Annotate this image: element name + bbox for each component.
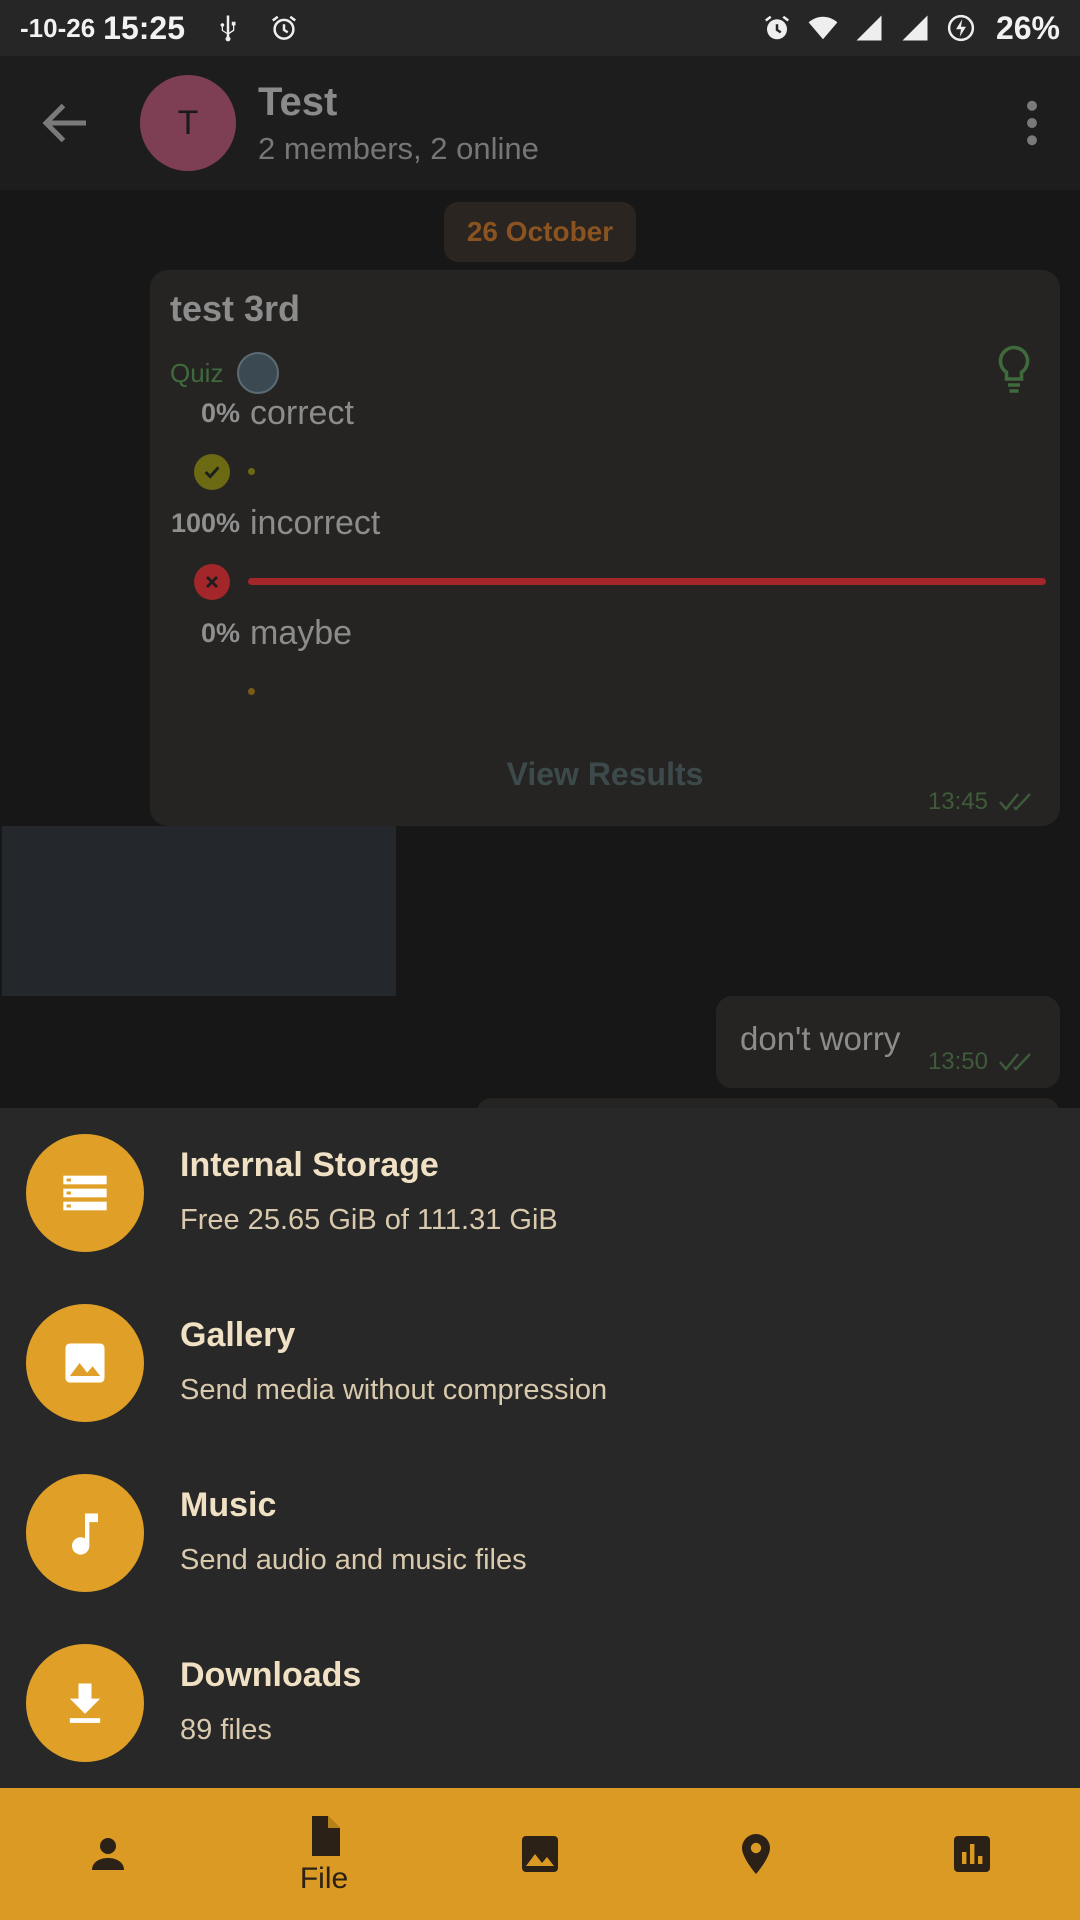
item-title: Downloads <box>180 1656 362 1694</box>
item-subtitle: Send audio and music files <box>180 1544 527 1576</box>
wifi-icon <box>808 16 838 40</box>
battery-saver-icon <box>947 14 975 42</box>
chat-title: Test <box>258 79 338 124</box>
quiz-message: test 3rd Quiz 0% correct 100% incorrect … <box>150 270 1060 826</box>
image-message[interactable] <box>2 826 396 996</box>
quiz-option: 0% maybe <box>150 614 1060 724</box>
avatar[interactable]: T <box>140 75 236 171</box>
usb-icon <box>220 15 236 42</box>
signal-icon <box>902 15 928 41</box>
avatar-letter: T <box>177 103 199 142</box>
gallery-item[interactable]: Gallery Send media without compression <box>0 1278 1080 1428</box>
result-bar <box>248 688 255 695</box>
view-results-button[interactable]: View Results <box>150 756 1060 793</box>
cross-icon <box>194 564 230 600</box>
lightbulb-icon[interactable] <box>996 344 1032 396</box>
result-bar <box>248 578 1046 585</box>
signal-icon <box>856 15 882 41</box>
tab-file-label: File <box>299 1862 349 1895</box>
item-title: Gallery <box>180 1316 296 1354</box>
item-subtitle: Send media without compression <box>180 1374 608 1406</box>
chat-header: T Test 2 members, 2 online <box>0 56 1080 190</box>
message-time: 13:50 <box>927 1048 988 1075</box>
attach-sheet: Internal Storage Free 25.65 GiB of 111.3… <box>0 1108 1080 1788</box>
poll-icon <box>954 1836 990 1872</box>
message-meta: 13:45 <box>928 788 1038 816</box>
double-check-icon <box>999 1053 1031 1071</box>
quiz-option: 0% correct <box>150 394 1060 504</box>
chat-title-block[interactable]: Test 2 members, 2 online <box>258 80 539 167</box>
music-item[interactable]: Music Send audio and music files <box>0 1448 1080 1598</box>
tab-file[interactable]: File <box>216 1788 432 1920</box>
date-pill: 26 October <box>444 202 636 262</box>
voter-avatar <box>237 352 280 394</box>
item-subtitle: 89 files <box>180 1714 272 1746</box>
status-date: -10-26 <box>20 12 96 43</box>
option-percent: 0% <box>200 398 240 428</box>
tab-contact[interactable] <box>0 1788 216 1920</box>
text-message: don't worry 13:50 <box>716 996 1060 1088</box>
message-meta: 13:50 <box>928 1048 1038 1076</box>
double-check-icon <box>999 793 1031 811</box>
option-text: incorrect <box>250 504 381 542</box>
tab-poll[interactable] <box>864 1788 1080 1920</box>
quiz-option: 100% incorrect <box>150 504 1060 614</box>
quiz-question: test 3rd <box>170 288 301 329</box>
result-bar <box>248 468 255 475</box>
music-note-icon <box>26 1474 144 1592</box>
contact-icon <box>92 1838 124 1870</box>
option-percent: 0% <box>200 618 240 648</box>
message-time: 13:45 <box>927 788 988 815</box>
item-subtitle: Free 25.65 GiB of 111.31 GiB <box>180 1204 558 1236</box>
chat-subtitle: 2 members, 2 online <box>258 130 539 166</box>
back-arrow-icon[interactable] <box>36 93 96 153</box>
more-options-icon[interactable] <box>1024 100 1040 146</box>
alarm-icon <box>272 15 296 40</box>
option-text: correct <box>250 394 354 432</box>
option-text: maybe <box>250 614 353 652</box>
download-icon <box>26 1644 144 1762</box>
option-percent: 100% <box>170 508 240 538</box>
image-icon <box>26 1304 144 1422</box>
storage-icon <box>26 1134 144 1252</box>
file-icon <box>312 1816 340 1856</box>
tab-gallery[interactable] <box>432 1788 648 1920</box>
battery-percent: 26% <box>995 9 1060 46</box>
chat-area: 26 October test 3rd Quiz 0% correct 100%… <box>0 190 1080 1118</box>
quiz-type-label: Quiz <box>170 357 224 388</box>
downloads-item[interactable]: Downloads 89 files <box>0 1618 1080 1768</box>
alarm-icon <box>764 15 789 40</box>
status-time: 15:25 <box>103 9 185 46</box>
internal-storage-item[interactable]: Internal Storage Free 25.65 GiB of 111.3… <box>0 1108 1080 1258</box>
gallery-icon <box>522 1836 558 1872</box>
item-title: Internal Storage <box>180 1146 439 1184</box>
message-text: don't worry <box>740 1020 901 1057</box>
location-icon <box>742 1834 770 1874</box>
attach-bottom-nav: File <box>0 1788 1080 1920</box>
tab-location[interactable] <box>648 1788 864 1920</box>
quiz-type: Quiz <box>170 352 280 394</box>
item-title: Music <box>180 1486 277 1524</box>
check-icon <box>194 454 230 490</box>
status-bar: -10-26 15:25 26% <box>0 0 1080 56</box>
